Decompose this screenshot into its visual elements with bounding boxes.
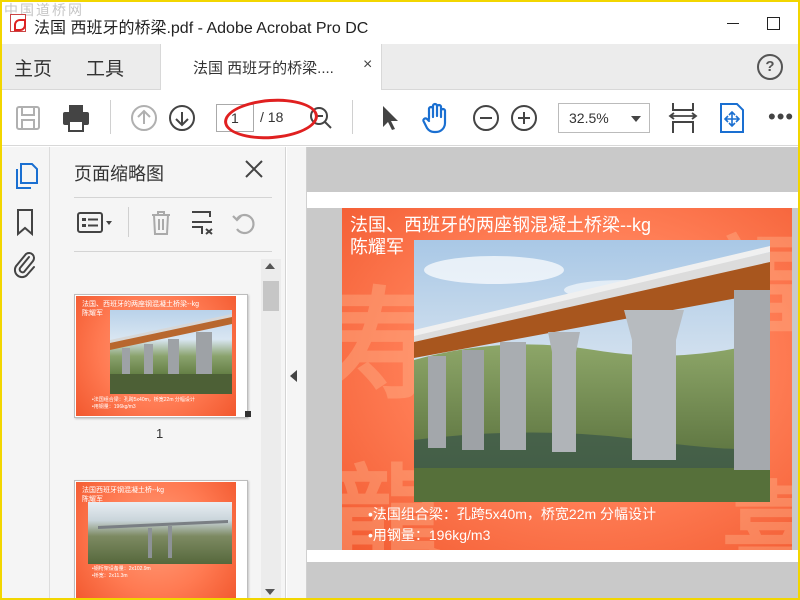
document-tab[interactable]: 法国 西班牙的桥梁.... ×	[160, 44, 382, 90]
close-panel-icon[interactable]	[242, 157, 266, 181]
pdf-page-slide: 寿 福 龍 喜 法国、西班牙的两座钢混凝土桥梁--kg 陈耀军	[342, 208, 792, 550]
tab-tools[interactable]: 工具	[86, 54, 124, 81]
pdf-file-icon	[10, 14, 26, 32]
hand-tool-icon[interactable]	[420, 101, 452, 135]
acrobat-window: 中国道桥网 法国 西班牙的桥梁.pdf - Adobe Acrobat Pro …	[0, 0, 800, 600]
navigation-rail	[2, 147, 50, 598]
zoom-level-value: 32.5%	[569, 110, 609, 126]
bookmark-icon[interactable]	[12, 207, 38, 237]
page-total-label: / 18	[260, 109, 284, 125]
page-margin	[307, 550, 798, 562]
save-icon[interactable]	[14, 104, 42, 132]
window-title: 法国 西班牙的桥梁.pdf - Adobe Acrobat Pro DC	[34, 20, 369, 37]
page-margin	[307, 192, 798, 208]
slide-bullets: •法国组合梁：孔跨5x40m，桥宽22m 分幅设计 •用钢量：196kg/m3	[368, 504, 656, 546]
thumbnails-scrollbar[interactable]	[261, 259, 281, 598]
thumbnail-slide-preview: 法国西班牙钢混凝土桥--kg 陈耀军 •钢桁架设备量：2x102.9m •桥宽：…	[76, 482, 236, 598]
page-thumbnails-icon[interactable]	[12, 161, 40, 191]
tab-bar: 主页 工具 法国 西班牙的桥梁.... × ?	[2, 44, 798, 90]
panel-title: 页面缩略图	[74, 164, 164, 184]
fit-width-icon[interactable]	[668, 100, 698, 136]
slide-title-line: 法国、西班牙的两座钢混凝土桥梁--kg	[350, 215, 651, 235]
next-page-icon[interactable]	[168, 104, 196, 132]
delete-page-icon[interactable]	[148, 209, 174, 237]
thumbnail-page-number: 1	[156, 426, 164, 441]
panel-divider	[74, 251, 272, 252]
previous-page-icon[interactable]	[130, 104, 158, 132]
thumbnail-bullet: •用钢量：196kg/m3	[92, 404, 136, 410]
thumbnail-slide-preview: 法国、西班牙的两座钢混凝土桥梁--kg 陈耀军 •法国组合梁：孔跨5x40m，桥…	[76, 296, 236, 416]
print-icon[interactable]	[60, 102, 92, 134]
thumbnail-bullets: •钢桁架设备量：2x102.9m •桥宽：2x11.3m	[92, 566, 151, 580]
scroll-up-arrow-icon[interactable]	[265, 263, 275, 269]
zoom-level-select[interactable]: 32.5%	[558, 103, 650, 133]
page-number-input[interactable]: 1	[216, 104, 254, 132]
tab-home[interactable]: 主页	[14, 54, 52, 81]
bridge-photo-thumbnail	[110, 310, 232, 394]
bridge-photo	[414, 240, 770, 502]
more-options-icon[interactable]: •••	[768, 104, 794, 130]
selection-marker	[245, 411, 251, 417]
maximize-button[interactable]	[762, 12, 784, 34]
panel-tool-separator	[128, 207, 129, 237]
thumbnails-panel: 页面缩略图 法国、西班牙的两座钢混凝土桥梁--kg 陈耀军 •法国组合梁：孔跨5…	[50, 147, 286, 598]
attachment-icon[interactable]	[12, 249, 38, 281]
toolbar-separator	[110, 100, 111, 134]
thumbnail-bullet: •桥宽：2x11.3m	[92, 573, 128, 579]
page-thumbnail[interactable]: 法国、西班牙的两座钢混凝土桥梁--kg 陈耀军 •法国组合梁：孔跨5x40m，桥…	[74, 294, 251, 418]
scroll-down-arrow-icon[interactable]	[265, 589, 275, 595]
close-tab-icon[interactable]: ×	[363, 56, 372, 74]
collapse-panel-icon[interactable]	[290, 370, 297, 382]
minimize-button[interactable]	[722, 12, 744, 34]
chevron-down-icon	[631, 116, 641, 122]
document-tab-label: 法国 西班牙的桥梁....	[193, 60, 334, 77]
options-menu-icon[interactable]	[76, 209, 116, 237]
valley-bridge-photo-thumbnail	[88, 502, 232, 564]
zoom-out-icon[interactable]	[472, 104, 500, 132]
slide-bullet: •法国组合梁：孔跨5x40m，桥宽22m 分幅设计	[368, 506, 657, 522]
slide-bullet: •用钢量：196kg/m3	[368, 527, 491, 543]
panel-divider	[74, 197, 272, 198]
thumbnail-bullets: •法国组合梁：孔跨5x40m，桥宽22m 分幅设计 •用钢量：196kg/m3	[92, 397, 195, 411]
zoom-out-magnifier-icon[interactable]	[308, 105, 334, 131]
rotate-page-icon[interactable]	[230, 209, 258, 237]
title-bar: 中国道桥网 法国 西班牙的桥梁.pdf - Adobe Acrobat Pro …	[2, 2, 798, 44]
help-icon[interactable]: ?	[757, 54, 783, 80]
page-thumbnail[interactable]: 法国西班牙钢混凝土桥--kg 陈耀军 •钢桁架设备量：2x102.9m •桥宽：…	[74, 480, 248, 598]
zoom-in-icon[interactable]	[510, 104, 538, 132]
fit-page-icon[interactable]	[718, 101, 746, 135]
thumbnail-bullet: •钢桁架设备量：2x102.9m	[92, 566, 151, 572]
toolbar-separator	[352, 100, 353, 134]
extract-page-icon[interactable]	[188, 209, 216, 237]
select-cursor-icon[interactable]	[378, 103, 402, 133]
toolbar: 1 / 18 32.5% •••	[2, 90, 798, 146]
thumbnail-title-line: 法国西班牙钢混凝土桥--kg	[82, 487, 165, 494]
thumbnail-title-line: 法国、西班牙的两座钢混凝土桥梁--kg	[82, 301, 200, 308]
thumbnail-bullet: •法国组合梁：孔跨5x40m，桥宽22m 分幅设计	[92, 397, 195, 403]
scrollbar-thumb[interactable]	[263, 281, 279, 311]
